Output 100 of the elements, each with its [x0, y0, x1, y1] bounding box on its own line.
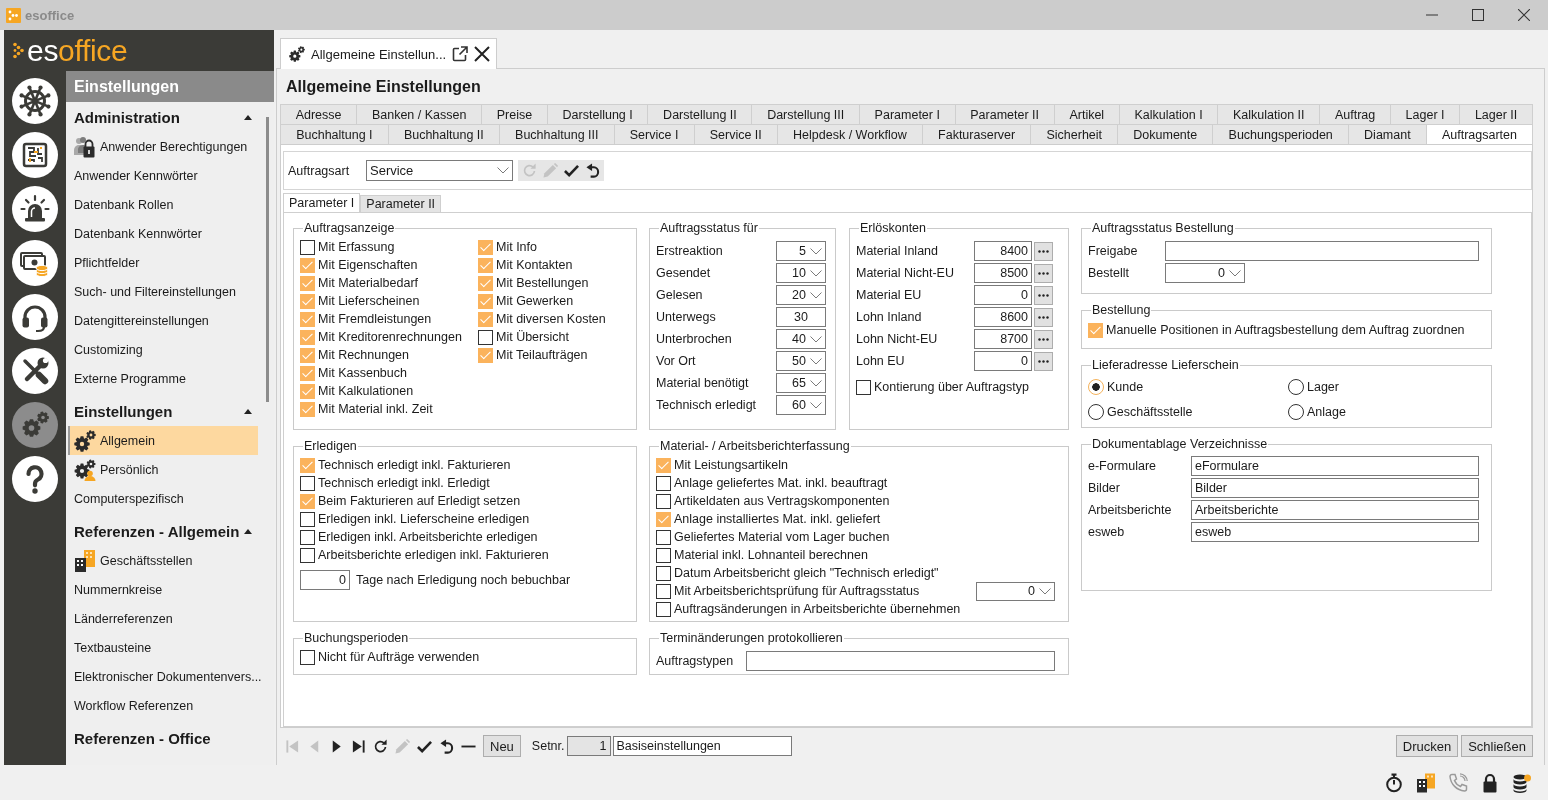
nav-item[interactable]: Computerspezifisch	[66, 484, 258, 513]
checkbox-label[interactable]: Erledigen inkl. Lieferscheine erledigen	[318, 512, 530, 526]
buildings-icon[interactable]	[1416, 772, 1436, 793]
checkbox-label[interactable]: Arbeitsberichte erledigen inkl. Fakturieren	[318, 548, 549, 562]
checkbox-label[interactable]: Mit Kontakten	[496, 258, 573, 272]
text-field[interactable]: esweb	[1191, 522, 1479, 542]
number-field[interactable]: 8600	[974, 307, 1032, 327]
nav-item[interactable]: Textbausteine	[66, 633, 258, 662]
siren-icon[interactable]	[12, 186, 58, 232]
text-field[interactable]: Arbeitsberichte	[1191, 500, 1479, 520]
browse-button[interactable]	[1034, 263, 1053, 283]
tab[interactable]: Lager I	[1390, 104, 1461, 124]
stopwatch-icon[interactable]	[1384, 772, 1404, 793]
dropdown[interactable]: 60	[776, 395, 826, 415]
nav-item[interactable]: Such- und Filtereinstellungen	[66, 277, 258, 306]
checkbox-label[interactable]: Mit Kassenbuch	[318, 366, 407, 380]
nav-item[interactable]: Datenbank Rollen	[66, 190, 258, 219]
tab[interactable]: Buchhaltung II	[388, 124, 500, 144]
dialog-button[interactable]: Schließen	[1461, 735, 1533, 757]
checkbox-label[interactable]: Mit diversen Kosten	[496, 312, 606, 326]
undo-icon[interactable]	[585, 163, 600, 178]
checkbox-label[interactable]: Anlage geliefertes Mat. inkl. beauftragt	[674, 476, 888, 490]
checkbox[interactable]	[656, 475, 671, 491]
dropdown[interactable]: 5	[776, 241, 826, 261]
section-title[interactable]: Einstellungen	[74, 402, 173, 420]
checkbox[interactable]	[478, 329, 493, 345]
nav-item[interactable]: Geschäftsstellen	[66, 546, 258, 575]
checkbox-label[interactable]: Mit Leistungsartikeln	[674, 458, 788, 472]
number-field[interactable]: 1	[566, 736, 611, 756]
tab[interactable]: Kalkulation I	[1119, 104, 1219, 124]
checkbox-label[interactable]: Mit Kalkulationen	[318, 384, 414, 398]
caret-up-icon[interactable]	[244, 408, 252, 414]
checkbox-label[interactable]: Anlage installiertes Mat. inkl. geliefert	[674, 512, 881, 526]
radio-label[interactable]: Lager	[1307, 380, 1339, 394]
text-field[interactable]: eFormulare	[1191, 456, 1479, 476]
tab[interactable]: Parameter I	[859, 104, 956, 124]
number-field[interactable]: 0	[974, 351, 1032, 371]
tab[interactable]: Darstellung II	[648, 104, 753, 124]
browse-button[interactable]	[1034, 241, 1053, 261]
tab[interactable]: Buchhaltung I	[280, 124, 389, 144]
checkbox-label[interactable]: Mit Material inkl. Zeit	[318, 402, 433, 416]
checkbox-label[interactable]: Manuelle Positionen in Auftragsbestellung dem Auftrag zuordnen	[1106, 323, 1465, 337]
checkbox-label[interactable]: Mit Fremdleistungen	[318, 312, 432, 326]
headset-icon[interactable]	[12, 294, 58, 340]
tab[interactable]: Adresse	[280, 104, 358, 124]
external-link-icon[interactable]	[452, 46, 469, 62]
help-icon[interactable]	[12, 456, 58, 502]
radio-label[interactable]: Geschäftsstelle	[1107, 405, 1193, 419]
checkbox[interactable]	[300, 529, 315, 545]
caret-up-icon[interactable]	[244, 114, 252, 120]
browse-button[interactable]	[1034, 329, 1053, 349]
checkbox-label[interactable]: Mit Kreditorenrechnungen	[318, 330, 462, 344]
checkbox[interactable]	[656, 547, 671, 563]
refresh-icon[interactable]	[373, 738, 388, 754]
nav-item[interactable]: Anwender Kennwörter	[66, 161, 258, 190]
nav-item[interactable]: Anwender Berechtigungen	[66, 132, 258, 161]
tab[interactable]: Diamant	[1348, 124, 1427, 144]
nav-item[interactable]: Customizing	[66, 335, 258, 364]
dialog-button[interactable]: Drucken	[1395, 735, 1459, 757]
database-icon[interactable]	[1512, 772, 1532, 793]
checkbox-label[interactable]: Mit Eigenschaften	[318, 258, 418, 272]
tools-icon[interactable]	[12, 348, 58, 394]
tab[interactable]: Buchhaltung III	[499, 124, 615, 144]
tab[interactable]: Banken / Kassen	[357, 104, 483, 124]
tab[interactable]: Lager II	[1460, 104, 1533, 124]
tab[interactable]: Dokumente	[1118, 124, 1214, 144]
tab[interactable]: Auftrag	[1320, 104, 1391, 124]
maximize-icon[interactable]	[1472, 9, 1484, 21]
document-tab[interactable]: Allgemeine Einstellun...	[280, 38, 497, 69]
number-field[interactable]: 0	[300, 570, 350, 590]
text-field[interactable]: Basiseinstellungen	[612, 736, 792, 756]
tab[interactable]: Buchungsperioden	[1213, 124, 1349, 144]
checkbox-label[interactable]: Mit Gewerken	[496, 294, 574, 308]
close-icon[interactable]	[1518, 9, 1530, 21]
tab[interactable]: Sicherheit	[1031, 124, 1119, 144]
checkbox-label[interactable]: Mit Info	[496, 240, 537, 254]
tab[interactable]: Service I	[614, 124, 695, 144]
checkbox[interactable]	[656, 493, 671, 509]
checkmark-icon[interactable]	[417, 738, 432, 754]
nav-item[interactable]: Persönlich	[66, 455, 258, 484]
checkbox-label[interactable]: Nicht für Aufträge verwenden	[318, 650, 480, 664]
checkbox[interactable]	[300, 239, 315, 255]
number-field[interactable]: 8400	[974, 241, 1032, 261]
cash-icon[interactable]	[12, 240, 58, 286]
browse-button[interactable]	[1034, 307, 1053, 327]
tab[interactable]: Fakturaserver	[922, 124, 1032, 144]
nav-item[interactable]: Pflichtfelder	[66, 248, 258, 277]
tab[interactable]: Parameter I	[283, 193, 361, 212]
checkbox[interactable]	[300, 649, 315, 665]
dropdown[interactable]: Service	[366, 160, 513, 181]
tab[interactable]: Kalkulation II	[1218, 104, 1321, 124]
checkbox-label[interactable]: Mit Arbeitsberichtsprüfung für Auftragsstatus	[674, 584, 920, 598]
ship-wheel-icon[interactable]	[12, 78, 58, 124]
dropdown[interactable]: 0	[1165, 263, 1245, 283]
section-title[interactable]: Referenzen - Allgemein	[74, 522, 240, 540]
radio-button[interactable]	[1088, 379, 1104, 395]
text-field[interactable]	[746, 651, 1055, 671]
browse-button[interactable]	[1034, 351, 1053, 371]
dropdown[interactable]: 20	[776, 285, 826, 305]
checkbox-label[interactable]: Mit Teilaufträgen	[496, 348, 588, 362]
